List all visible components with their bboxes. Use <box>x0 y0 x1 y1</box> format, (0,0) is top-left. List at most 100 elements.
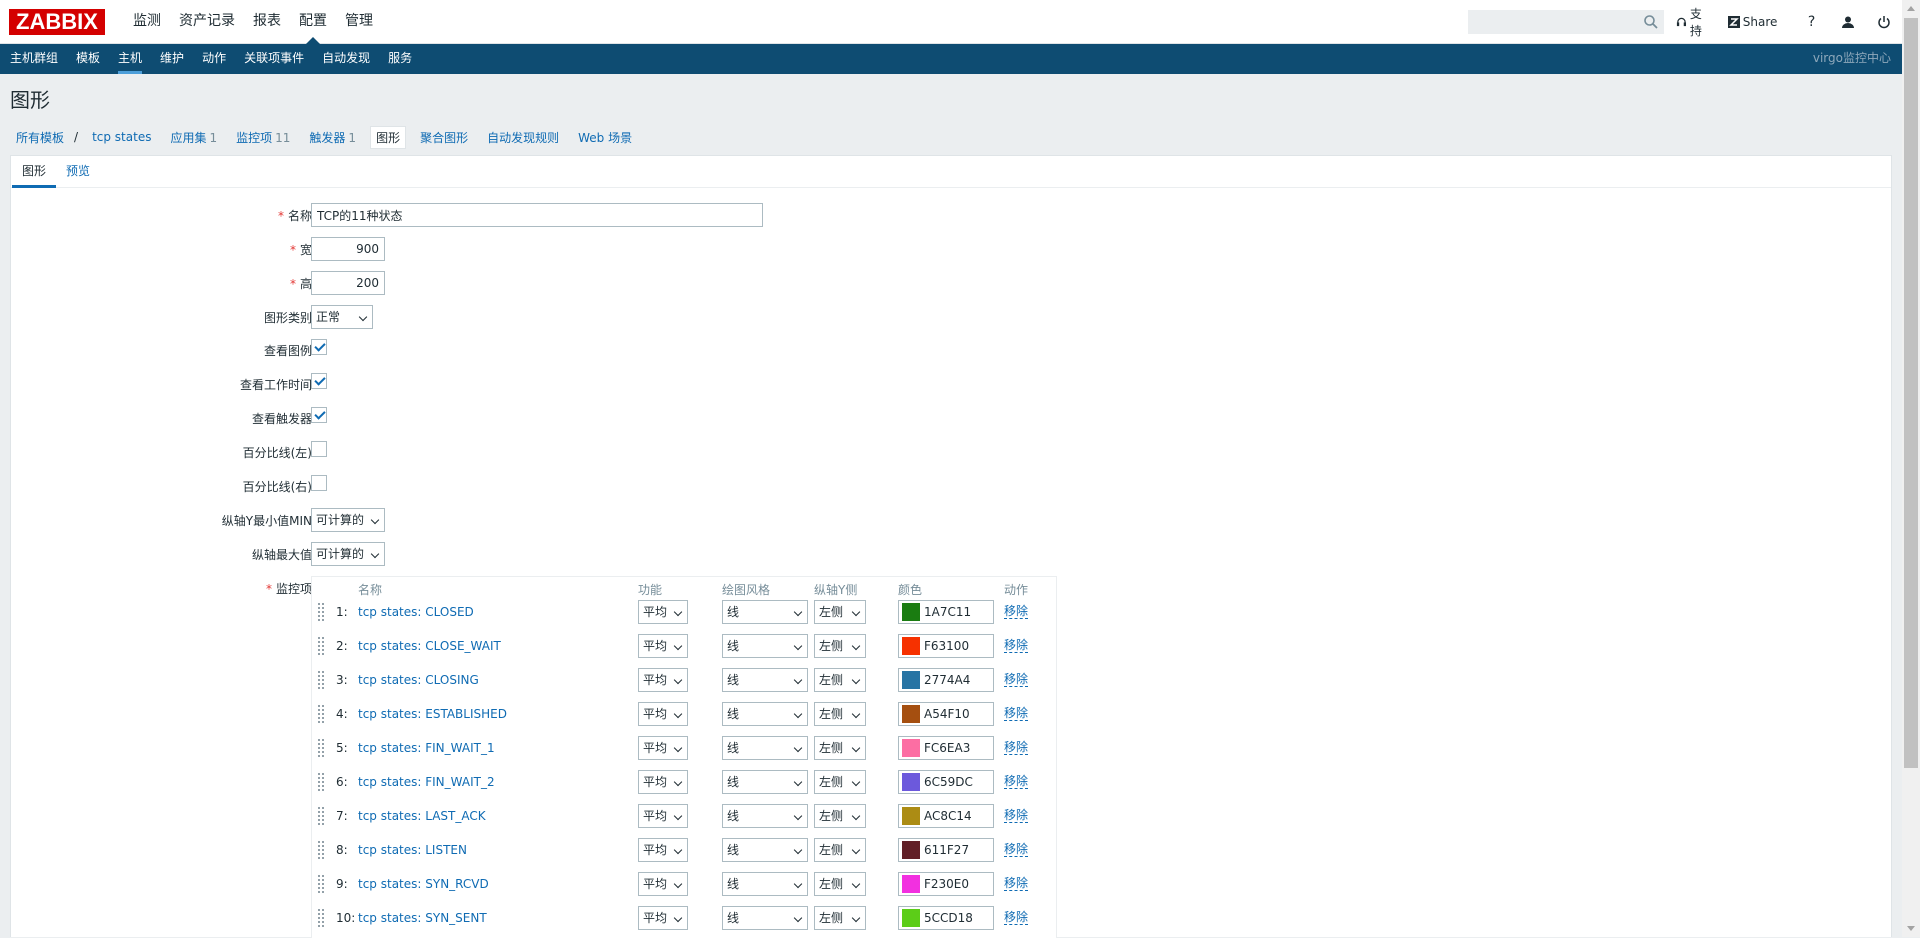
crumb-template[interactable]: tcp states <box>87 128 156 146</box>
item-remove-button[interactable]: 移除 <box>1004 673 1029 687</box>
item-name-link[interactable]: tcp states: LAST_ACK <box>358 809 486 823</box>
item-function-select[interactable]: 平均 <box>638 872 688 896</box>
item-draw-style-select[interactable]: 线 <box>722 668 808 692</box>
nav-inventory[interactable]: 资产记录 <box>170 0 244 44</box>
item-function-select[interactable]: 平均 <box>638 600 688 624</box>
show-legend-checkbox[interactable] <box>311 339 327 355</box>
drag-handle-icon[interactable] <box>317 738 325 758</box>
item-name-link[interactable]: tcp states: SYN_SENT <box>358 911 487 925</box>
ymin-select[interactable]: 可计算的 <box>311 508 385 532</box>
item-name-link[interactable]: tcp states: FIN_WAIT_2 <box>358 775 495 789</box>
item-remove-button[interactable]: 移除 <box>1004 809 1029 823</box>
crumb-web-scenarios[interactable]: Web 场景 <box>573 127 637 148</box>
item-remove-button[interactable]: 移除 <box>1004 639 1029 653</box>
crumb-all-templates[interactable]: 所有模板 <box>11 127 69 148</box>
profile-button[interactable] <box>1838 11 1858 33</box>
item-name-link[interactable]: tcp states: FIN_WAIT_1 <box>358 741 495 755</box>
graph-type-select[interactable]: 正常 <box>311 305 373 329</box>
item-function-select[interactable]: 平均 <box>638 668 688 692</box>
subnav-services[interactable]: 服务 <box>379 44 421 74</box>
support-link[interactable]: 支持 <box>1676 5 1712 39</box>
item-color-swatch[interactable] <box>902 807 920 825</box>
item-y-axis-select[interactable]: 左侧 <box>814 770 866 794</box>
item-remove-button[interactable]: 移除 <box>1004 911 1029 925</box>
item-color-swatch[interactable] <box>902 637 920 655</box>
item-y-axis-select[interactable]: 左侧 <box>814 872 866 896</box>
item-color-swatch[interactable] <box>902 909 920 927</box>
item-function-select[interactable]: 平均 <box>638 702 688 726</box>
item-draw-style-select[interactable]: 线 <box>722 600 808 624</box>
crumb-screens[interactable]: 聚合图形 <box>415 127 473 148</box>
drag-handle-icon[interactable] <box>317 704 325 724</box>
item-function-select[interactable]: 平均 <box>638 838 688 862</box>
nav-monitoring[interactable]: 监测 <box>124 0 170 44</box>
item-remove-button[interactable]: 移除 <box>1004 843 1029 857</box>
subnav-templates[interactable]: 模板 <box>67 44 109 74</box>
item-name-link[interactable]: tcp states: CLOSED <box>358 605 474 619</box>
item-name-link[interactable]: tcp states: ESTABLISHED <box>358 707 507 721</box>
item-draw-style-select[interactable]: 线 <box>722 736 808 760</box>
drag-handle-icon[interactable] <box>317 806 325 826</box>
item-y-axis-select[interactable]: 左侧 <box>814 600 866 624</box>
item-y-axis-select[interactable]: 左侧 <box>814 634 866 658</box>
subnav-maintenance[interactable]: 维护 <box>151 44 193 74</box>
item-name-link[interactable]: tcp states: CLOSE_WAIT <box>358 639 501 653</box>
item-y-axis-select[interactable]: 左侧 <box>814 668 866 692</box>
item-color-swatch[interactable] <box>902 875 920 893</box>
item-function-select[interactable]: 平均 <box>638 736 688 760</box>
item-draw-style-select[interactable]: 线 <box>722 804 808 828</box>
item-name-link[interactable]: tcp states: SYN_RCVD <box>358 877 489 891</box>
item-function-select[interactable]: 平均 <box>638 634 688 658</box>
subnav-discovery[interactable]: 自动发现 <box>313 44 379 74</box>
item-y-axis-select[interactable]: 左侧 <box>814 736 866 760</box>
subnav-hosts[interactable]: 主机 <box>109 44 151 74</box>
item-function-select[interactable]: 平均 <box>638 906 688 930</box>
crumb-discovery-rules[interactable]: 自动发现规则 <box>482 127 564 148</box>
item-remove-button[interactable]: 移除 <box>1004 741 1029 755</box>
item-y-axis-select[interactable]: 左侧 <box>814 702 866 726</box>
nav-configuration[interactable]: 配置 <box>290 0 336 44</box>
ymax-select[interactable]: 可计算的 <box>311 542 385 566</box>
item-color-swatch[interactable] <box>902 739 920 757</box>
percentile-left-checkbox[interactable] <box>311 441 327 457</box>
item-remove-button[interactable]: 移除 <box>1004 775 1029 789</box>
search-icon[interactable] <box>1643 14 1659 30</box>
item-draw-style-select[interactable]: 线 <box>722 872 808 896</box>
drag-handle-icon[interactable] <box>317 772 325 792</box>
item-name-link[interactable]: tcp states: LISTEN <box>358 843 467 857</box>
drag-handle-icon[interactable] <box>317 670 325 690</box>
logout-button[interactable] <box>1874 11 1894 33</box>
show-triggers-checkbox[interactable] <box>311 407 327 423</box>
item-draw-style-select[interactable]: 线 <box>722 770 808 794</box>
scroll-down-icon[interactable] <box>1902 920 1920 937</box>
drag-handle-icon[interactable] <box>317 636 325 656</box>
drag-handle-icon[interactable] <box>317 908 325 928</box>
subnav-actions[interactable]: 动作 <box>193 44 235 74</box>
nav-reports[interactable]: 报表 <box>244 0 290 44</box>
item-color-swatch[interactable] <box>902 603 920 621</box>
name-field[interactable] <box>311 203 763 227</box>
percentile-right-checkbox[interactable] <box>311 475 327 491</box>
crumb-triggers[interactable]: 触发器 1 <box>304 127 361 148</box>
drag-handle-icon[interactable] <box>317 602 325 622</box>
share-link[interactable]: Share <box>1727 15 1777 29</box>
item-remove-button[interactable]: 移除 <box>1004 605 1029 619</box>
item-remove-button[interactable]: 移除 <box>1004 877 1029 891</box>
drag-handle-icon[interactable] <box>317 840 325 860</box>
height-field[interactable] <box>311 271 385 295</box>
crumb-graphs[interactable]: 图形 <box>370 125 407 149</box>
tab-graph[interactable]: 图形 <box>12 156 57 188</box>
subnav-event-correlation[interactable]: 关联项事件 <box>235 44 313 74</box>
search-input[interactable] <box>1469 11 1639 33</box>
show-worktime-checkbox[interactable] <box>311 373 327 389</box>
item-draw-style-select[interactable]: 线 <box>722 838 808 862</box>
item-color-swatch[interactable] <box>902 841 920 859</box>
item-draw-style-select[interactable]: 线 <box>722 702 808 726</box>
item-color-swatch[interactable] <box>902 671 920 689</box>
item-y-axis-select[interactable]: 左侧 <box>814 906 866 930</box>
item-draw-style-select[interactable]: 线 <box>722 634 808 658</box>
item-function-select[interactable]: 平均 <box>638 804 688 828</box>
zabbix-logo[interactable]: ZABBIX <box>9 9 105 35</box>
width-field[interactable] <box>311 237 385 261</box>
page-scrollbar[interactable] <box>1902 0 1920 937</box>
